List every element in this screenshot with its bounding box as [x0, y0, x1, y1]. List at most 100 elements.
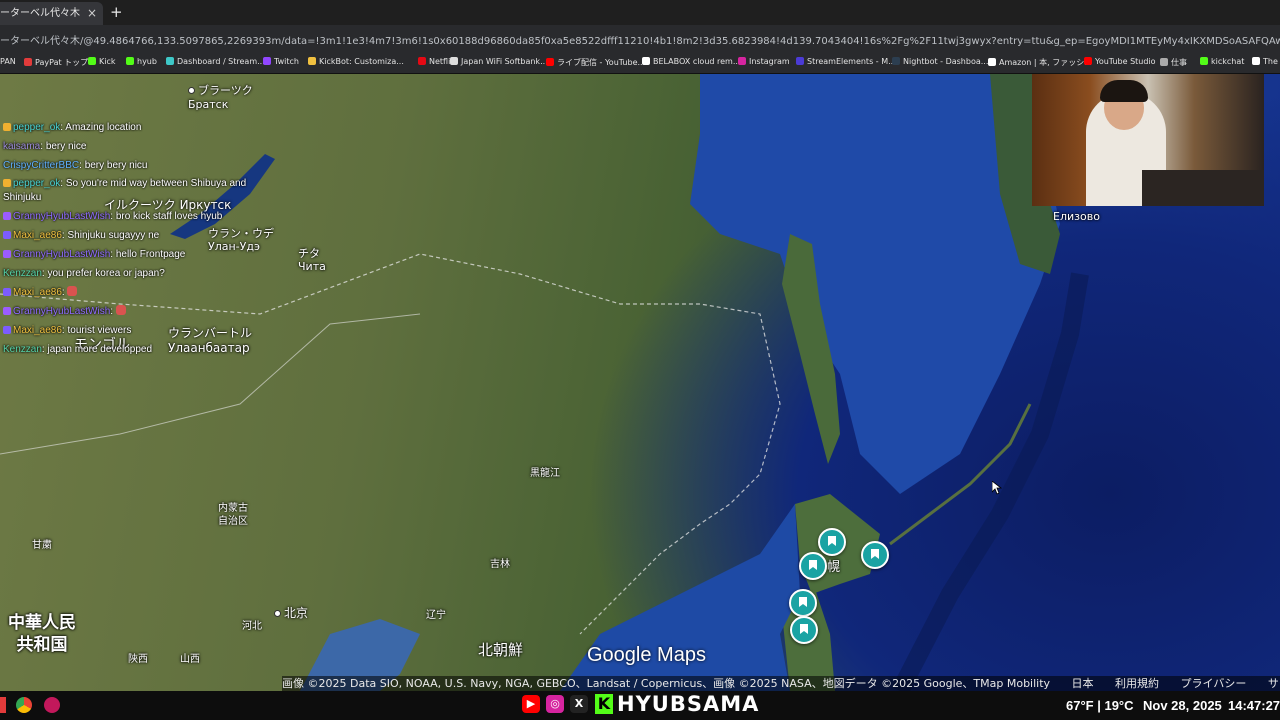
google-maps-logo: Google Maps [587, 644, 706, 666]
bookmark-label: Kick [99, 57, 116, 66]
bookmark-item[interactable]: KickBot: Customiza... [308, 57, 404, 66]
chat-username: CrispyCritterBBC [3, 160, 80, 171]
browser-tab-active[interactable]: ーターベル代々木 - Google × [0, 2, 103, 25]
chat-badge-icon [3, 179, 11, 187]
chat-badge-icon [3, 231, 11, 239]
tab-close-icon[interactable]: × [87, 2, 97, 25]
streamer-brand-name: HYUBSAMA [617, 692, 760, 716]
chat-message: Kenzzan: japan more developped [3, 340, 273, 359]
bookmark-label: PAN [0, 57, 16, 66]
place-china: 中華人民 共和国 [8, 613, 76, 655]
bookmark-item[interactable]: PAN [0, 57, 16, 66]
chat-text: tourist viewers [67, 325, 132, 336]
bookmark-item[interactable]: Instagram [738, 57, 790, 66]
bookmark-item[interactable]: Twitch [263, 57, 299, 66]
weather-readout: 67°F | 19°C [1066, 698, 1134, 713]
footer-link-feedback[interactable]: サービスに関するフィ [1268, 677, 1280, 690]
bookmark-label: Nightbot - Dashboa... [903, 57, 989, 66]
place-inner-mongolia: 内蒙古 自治区 [218, 503, 248, 527]
taskbar-app-icon[interactable] [0, 697, 6, 713]
bookmark-favicon-icon [546, 58, 554, 66]
chat-username: Kenzzan [3, 268, 42, 279]
chat-username: pepper_ok [13, 122, 61, 133]
bookmark-item[interactable]: BELABOX cloud rem... [642, 57, 740, 66]
bookmark-item[interactable]: Amazon | 本, ファッシ... [988, 57, 1092, 68]
bookmark-favicon-icon [166, 57, 174, 65]
bookmark-favicon-icon [450, 57, 458, 65]
bookmark-item[interactable]: ライブ配信 - YouTube... [546, 57, 645, 68]
saved-place-pin[interactable] [861, 541, 889, 569]
place-chita: チタ Чита [298, 247, 326, 273]
footer-link-terms[interactable]: 利用規約 [1115, 677, 1159, 690]
bookmark-item[interactable]: 仕事 [1160, 57, 1187, 68]
footer-link-japan[interactable]: 日本 [1072, 677, 1094, 690]
city-dot-icon [188, 87, 195, 94]
bookmark-favicon-icon [738, 57, 746, 65]
chat-username: Maxi_ae86 [13, 325, 62, 336]
browser-tab-strip: ーターベル代々木 - Google × + [0, 0, 1280, 25]
place-bratsk: ブラーツク Братск [188, 84, 253, 112]
webcam-overlay [1032, 74, 1264, 206]
chat-badge-icon [3, 250, 11, 258]
chat-message: Maxi_ae86: tourist viewers [3, 321, 273, 340]
bookmark-label: Amazon | 本, ファッシ... [999, 58, 1092, 67]
place-beijing: 北京 [274, 604, 308, 621]
saved-place-pin[interactable] [789, 589, 817, 617]
chat-badge-icon [3, 288, 11, 296]
chat-text: hello Frontpage [115, 249, 186, 260]
bookmark-item[interactable]: Kick [88, 57, 116, 66]
chrome-icon[interactable] [16, 697, 32, 713]
bookmark-item[interactable]: Nightbot - Dashboa... [892, 57, 988, 66]
chat-username: Kenzzan [3, 344, 42, 355]
desk-area [1142, 170, 1264, 206]
chat-message: GrannyHyubLastWish: [3, 302, 273, 321]
bookmark-favicon-icon [988, 58, 996, 66]
chat-message: CrispyCritterBBC: bery bery nicu [3, 156, 273, 175]
bookmark-item[interactable]: YouTube Studio [1084, 57, 1156, 66]
chat-text: Shinjuku sugayyy ne [67, 230, 160, 241]
place-sapporo: 幌 [827, 560, 841, 575]
bookmark-item[interactable]: Japan WiFi Softbank... [450, 57, 548, 66]
bookmark-favicon-icon [126, 57, 134, 65]
bookmark-favicon-icon [1200, 57, 1208, 65]
saved-place-pin[interactable] [818, 528, 846, 556]
footer-link-privacy[interactable]: プライバシー [1181, 677, 1247, 690]
map-attribution-bar: 画像 ©2025 Data SIO, NOAA, U.S. Navy, NGA,… [282, 676, 1280, 691]
chat-username: kaisama [3, 141, 41, 152]
saved-place-pin[interactable] [790, 616, 818, 644]
place-bratsk-label: ブラーツク Братск [188, 84, 253, 111]
bookmark-label: Twitch [274, 57, 299, 66]
chat-text: bery nice [45, 141, 87, 152]
bookmark-favicon-icon [418, 57, 426, 65]
kick-logo-icon: K [595, 694, 613, 714]
bookmark-item[interactable]: Dashboard / Stream... [166, 57, 265, 66]
bookmark-favicon-icon [1252, 57, 1260, 65]
chat-text: bro kick staff loves hyub [115, 211, 223, 222]
bookmark-favicon-icon [263, 57, 271, 65]
bookmark-favicon-icon [796, 57, 804, 65]
chat-message: pepper_ok: So you're mid way between Shi… [3, 177, 273, 205]
chat-message: kaisama: bery nice [3, 137, 273, 156]
chat-badge-icon [3, 326, 11, 334]
bookmark-favicon-icon [308, 57, 316, 65]
chat-message: Maxi_ae86: [3, 283, 273, 302]
chat-separator: : [110, 306, 116, 317]
media-player-icon[interactable] [44, 697, 60, 713]
place-yelizovo: Елизово [1053, 210, 1100, 223]
bookmark-item[interactable]: hyub [126, 57, 157, 66]
bookmark-item[interactable]: PayPat トップ [24, 57, 88, 68]
bookmark-favicon-icon [892, 57, 900, 65]
place-jilin: 吉林 [490, 559, 510, 570]
chat-message: pepper_ok: Amazing location [3, 118, 273, 137]
address-bar[interactable]: ーターベル代々木/@49.4864766,133.5097865,2269393… [0, 25, 1280, 53]
new-tab-button[interactable]: + [110, 3, 123, 21]
streamer-hair [1100, 80, 1148, 102]
bookmark-item[interactable]: The I [1252, 57, 1280, 66]
date-readout: Nov 28, 2025 [1143, 698, 1222, 713]
bookmark-item[interactable]: StreamElements - M... [796, 57, 896, 66]
saved-place-pin[interactable] [799, 552, 827, 580]
bookmark-item[interactable]: kickchat [1200, 57, 1244, 66]
place-hebei: 河北 [242, 621, 262, 632]
chat-username: Maxi_ae86 [13, 287, 62, 298]
url-text[interactable]: ーターベル代々木/@49.4864766,133.5097865,2269393… [0, 32, 1280, 47]
